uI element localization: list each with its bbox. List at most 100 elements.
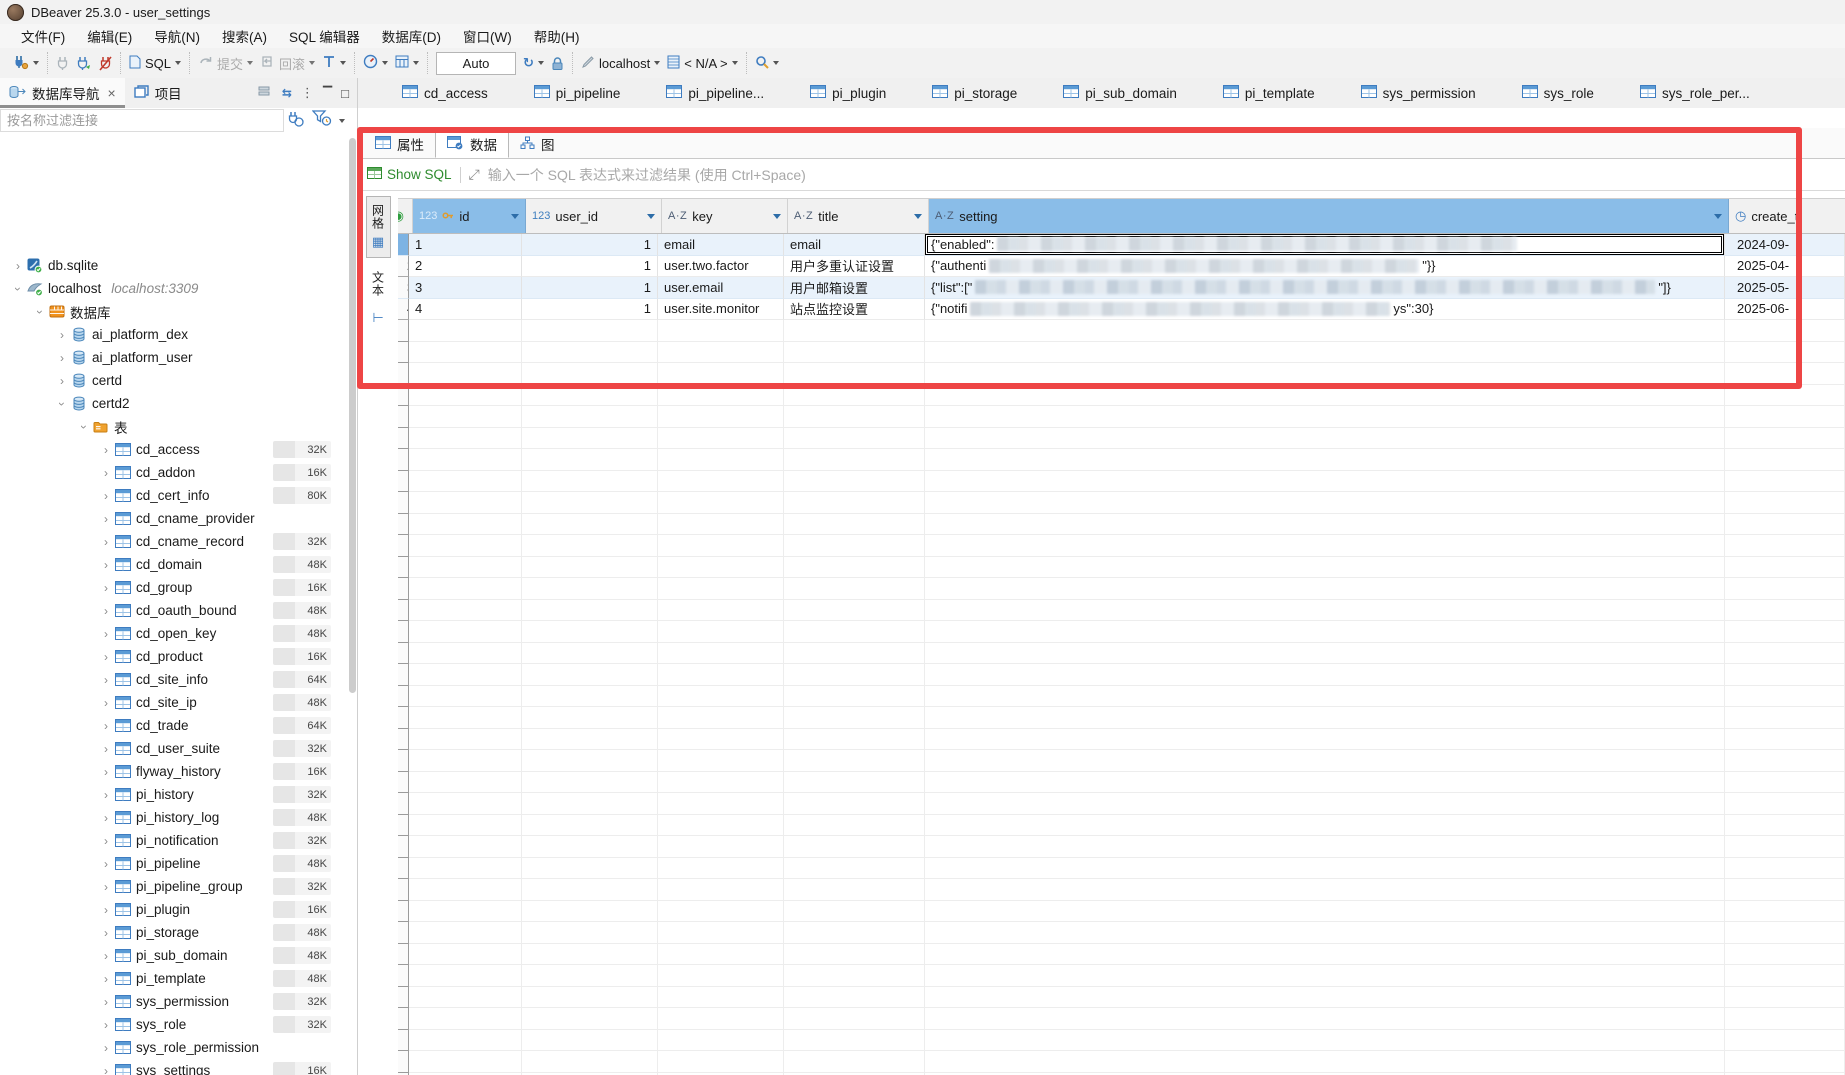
active-database-selector[interactable]: < N/A > <box>667 55 737 72</box>
empty-cell[interactable] <box>522 858 658 880</box>
empty-cell[interactable] <box>658 686 784 708</box>
empty-cell[interactable] <box>409 858 522 880</box>
empty-cell[interactable] <box>409 901 522 923</box>
empty-cell[interactable] <box>658 1051 784 1073</box>
empty-cell[interactable] <box>658 600 784 622</box>
editor-tab-pi_sub_domain[interactable]: pi_sub_domain <box>1063 85 1177 101</box>
empty-cell[interactable] <box>925 1008 1725 1030</box>
empty-cell[interactable] <box>409 707 522 729</box>
row-number-empty[interactable] <box>398 965 409 987</box>
empty-cell[interactable] <box>925 729 1725 751</box>
chevron-collapsed-icon[interactable]: › <box>98 995 114 1009</box>
empty-cell[interactable] <box>784 901 925 923</box>
empty-cell[interactable] <box>522 815 658 837</box>
empty-cell[interactable] <box>522 793 658 815</box>
empty-cell[interactable] <box>522 664 658 686</box>
empty-cell[interactable] <box>1725 686 1845 708</box>
editor-tab-sys_role_per[interactable]: sys_role_per... <box>1640 85 1750 101</box>
empty-cell[interactable] <box>1725 793 1845 815</box>
empty-cell[interactable] <box>522 514 658 536</box>
empty-cell[interactable] <box>522 342 658 364</box>
empty-cell[interactable] <box>658 557 784 579</box>
tab-project[interactable]: 项目 <box>125 78 191 108</box>
tree-item-cd_user_suite[interactable]: ›cd_user_suite32K <box>0 737 357 760</box>
empty-cell[interactable] <box>784 363 925 385</box>
tree-item-localhost[interactable]: ›localhostlocalhost:3309 <box>0 277 357 300</box>
empty-cell[interactable] <box>658 793 784 815</box>
empty-cell[interactable] <box>409 385 522 407</box>
tree-item-cd_cname_record[interactable]: ›cd_cname_record32K <box>0 530 357 553</box>
empty-cell[interactable] <box>1725 1051 1845 1073</box>
empty-cell[interactable] <box>658 858 784 880</box>
tree-item-cd_group[interactable]: ›cd_group16K <box>0 576 357 599</box>
collapse-all-icon[interactable] <box>258 86 273 100</box>
new-connection-button[interactable] <box>12 54 39 73</box>
empty-cell[interactable] <box>1725 1008 1845 1030</box>
tree-item-pi_storage[interactable]: ›pi_storage48K <box>0 921 357 944</box>
row-number-empty[interactable] <box>398 707 409 729</box>
empty-cell[interactable] <box>925 363 1725 385</box>
empty-cell[interactable] <box>1725 406 1845 428</box>
chevron-collapsed-icon[interactable]: › <box>98 765 114 779</box>
empty-cell[interactable] <box>409 686 522 708</box>
empty-cell[interactable] <box>925 428 1725 450</box>
empty-cell[interactable] <box>658 320 784 342</box>
empty-cell[interactable] <box>784 535 925 557</box>
empty-cell[interactable] <box>409 1030 522 1052</box>
tree-item-sys_permission[interactable]: ›sys_permission32K <box>0 990 357 1013</box>
row-number-empty[interactable] <box>398 557 409 579</box>
cell-key[interactable]: email <box>658 234 784 256</box>
link-with-editor-icon[interactable]: ⇆ <box>282 86 292 100</box>
empty-cell[interactable] <box>1725 815 1845 837</box>
tree-item-sys_settings[interactable]: ›sys_settings16K <box>0 1059 357 1075</box>
empty-cell[interactable] <box>1725 342 1845 364</box>
empty-cell[interactable] <box>1725 471 1845 493</box>
empty-cell[interactable] <box>784 750 925 772</box>
column-header-title[interactable]: A·Ztitle <box>788 199 929 233</box>
row-number-empty[interactable] <box>398 772 409 794</box>
empty-cell[interactable] <box>784 858 925 880</box>
empty-cell[interactable] <box>925 686 1725 708</box>
empty-cell[interactable] <box>658 342 784 364</box>
empty-cell[interactable] <box>1725 514 1845 536</box>
new-sql-editor-button[interactable]: SQL <box>129 55 181 72</box>
empty-cell[interactable] <box>784 729 925 751</box>
column-dropdown-icon[interactable] <box>511 214 519 219</box>
column-header-user_id[interactable]: 123user_id <box>526 199 662 233</box>
cell-setting[interactable]: {"list":[""]} <box>925 277 1725 299</box>
empty-cell[interactable] <box>658 578 784 600</box>
row-number-empty[interactable] <box>398 944 409 966</box>
empty-cell[interactable] <box>925 578 1725 600</box>
connect-plug-icon[interactable] <box>287 110 305 132</box>
empty-cell[interactable] <box>522 578 658 600</box>
empty-cell[interactable] <box>409 600 522 622</box>
cell-title[interactable]: email <box>784 234 925 256</box>
empty-cell[interactable] <box>409 471 522 493</box>
tree-item-pi_sub_domain[interactable]: ›pi_sub_domain48K <box>0 944 357 967</box>
tab-data[interactable]: 数据 <box>435 130 509 158</box>
empty-cell[interactable] <box>409 922 522 944</box>
empty-cell[interactable] <box>784 600 925 622</box>
empty-cell[interactable] <box>925 707 1725 729</box>
grid-corner-cell[interactable]: ◉ <box>398 199 413 233</box>
empty-cell[interactable] <box>522 836 658 858</box>
empty-cell[interactable] <box>522 707 658 729</box>
empty-cell[interactable] <box>784 385 925 407</box>
sql-filter-input[interactable]: 输入一个 SQL 表达式来过滤结果 (使用 Ctrl+Space) <box>488 165 806 185</box>
column-header-key[interactable]: A·Zkey <box>662 199 788 233</box>
empty-cell[interactable] <box>522 643 658 665</box>
row-number-empty[interactable] <box>398 514 409 536</box>
empty-cell[interactable] <box>522 449 658 471</box>
search-button[interactable] <box>755 55 779 72</box>
empty-cell[interactable] <box>658 922 784 944</box>
chevron-collapsed-icon[interactable]: › <box>98 696 114 710</box>
empty-cell[interactable] <box>784 492 925 514</box>
row-number-empty[interactable] <box>398 406 409 428</box>
empty-cell[interactable] <box>409 578 522 600</box>
chevron-collapsed-icon[interactable]: › <box>98 788 114 802</box>
empty-cell[interactable] <box>925 879 1725 901</box>
chevron-collapsed-icon[interactable]: › <box>98 903 114 917</box>
empty-cell[interactable] <box>925 643 1725 665</box>
menu-item-3[interactable]: 搜索(A) <box>211 24 278 48</box>
empty-cell[interactable] <box>925 664 1725 686</box>
